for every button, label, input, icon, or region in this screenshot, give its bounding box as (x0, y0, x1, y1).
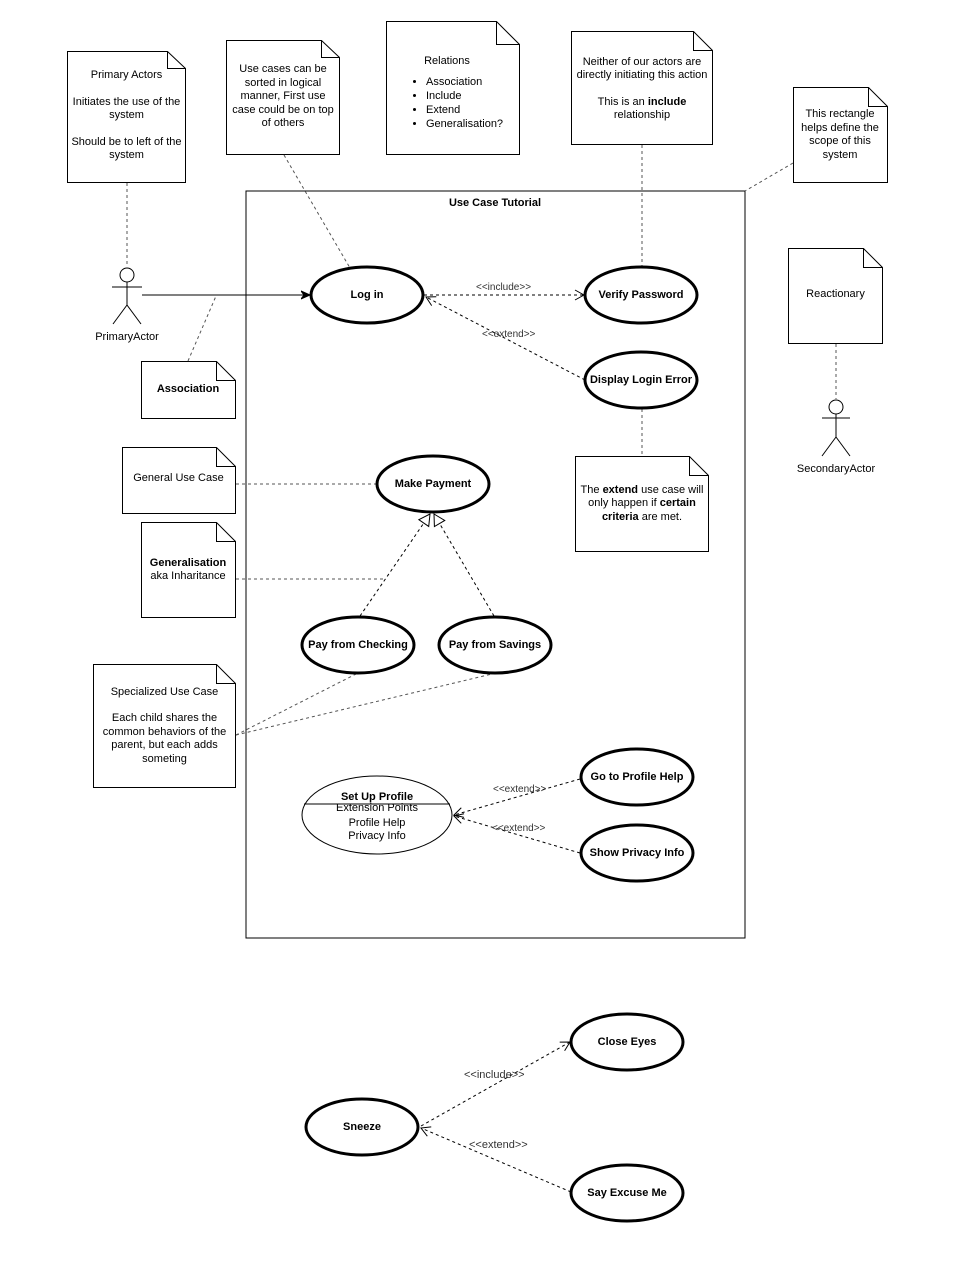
note-include-post: relationship (613, 109, 671, 121)
relations-list: Association Include Extend Generalisatio… (388, 75, 503, 131)
note-generalisation-bold: Generalisation (149, 556, 227, 569)
edge-checking-generalise[interactable] (359, 513, 431, 617)
edge-label-login-extend: <<extend>> (482, 329, 536, 340)
edge-label-sneeze-extend: <<extend>> (469, 1139, 528, 1151)
note-extend-t3: are met. (638, 510, 683, 523)
note-extend-body: The extend use case will only happen if … (577, 484, 707, 525)
usecase-verify-password[interactable]: Verify Password (585, 267, 697, 323)
note-include-line1: Neither of our actors are directly initi… (576, 55, 708, 82)
note-include-bold: include (647, 95, 687, 108)
note-include-line2: This is an include relationship (572, 96, 712, 123)
usecase-login[interactable]: Log in (311, 267, 423, 323)
edge-label-profile-extend-1: <<extend>> (493, 784, 547, 795)
note-extend-b1: extend (602, 483, 639, 496)
usecase-show-privacy-info[interactable]: Show Privacy Info (581, 825, 693, 881)
usecase-pay-from-savings[interactable]: Pay from Savings (439, 617, 551, 673)
note-primary-actors-text: Primary Actors Initiates the use of the … (67, 62, 186, 170)
anchor-scope-note (744, 162, 794, 192)
edge-label-profile-extend-2: <<extend>> (492, 823, 546, 834)
edge-privacy-extend[interactable] (453, 813, 581, 854)
usecase-go-to-profile-help[interactable]: Go to Profile Help (581, 749, 693, 805)
primary-actor-icon[interactable] (112, 267, 142, 325)
relations-item-association: Association (426, 75, 503, 89)
note-extend-t1: The (580, 483, 603, 496)
note-scope-text: This rectangle helps define the scope of… (801, 108, 879, 161)
anchor-specialized-savings (235, 673, 493, 736)
note-include-pre: This is an (597, 95, 648, 108)
usecase-close-eyes[interactable]: Close Eyes (571, 1014, 683, 1070)
relations-item-generalisation: Generalisation? (426, 117, 503, 131)
edge-excuse-extend-sneeze[interactable] (420, 1126, 572, 1193)
note-primary-actors-line2: Should be to left of the system (71, 135, 182, 162)
note-general-use-case-text: General Use Case (133, 472, 224, 485)
secondary-actor-label: SecondaryActor (796, 463, 876, 475)
extension-points-title: Extension Points (336, 802, 418, 814)
edge-label-sneeze-include: <<include>> (464, 1069, 525, 1081)
note-sorting-text: Use cases can be sorted in logical manne… (232, 63, 334, 130)
note-specialized-body: Each child shares the common behaviors o… (102, 712, 227, 765)
edge-savings-generalise[interactable] (433, 513, 495, 617)
edge-sneeze-include-close[interactable] (420, 1041, 571, 1127)
note-association-text: Association (156, 383, 220, 396)
note-primary-actors-line1: Initiates the use of the system (72, 95, 181, 122)
relations-item-extend: Extend (426, 103, 503, 117)
anchor-specialized-checking (235, 673, 357, 736)
note-reactionary-text: Reactionary (806, 288, 865, 301)
extension-point-profile-help: Profile Help (348, 817, 406, 829)
note-relations-text: Relations Association Include Extend Gen… (388, 48, 518, 138)
usecase-display-login-error[interactable]: Display Login Error (585, 352, 697, 408)
note-generalisation-text: Generalisation aka Inharitance (141, 555, 235, 585)
usecase-pay-from-checking[interactable]: Pay from Checking (302, 617, 414, 673)
extension-point-privacy-info: Privacy Info (348, 830, 406, 842)
anchor-association-note (187, 295, 217, 362)
note-primary-actors-title: Primary Actors (90, 69, 163, 82)
relations-item-include: Include (426, 89, 503, 103)
note-generalisation-rest: aka Inharitance (150, 570, 226, 582)
edge-label-login-include: <<include>> (476, 282, 532, 293)
note-specialized-text: Specialized Use Case Each child shares t… (95, 682, 234, 770)
secondary-actor-icon[interactable] (821, 399, 851, 457)
note-relations-title: Relations (424, 55, 470, 68)
primary-actor-label: PrimaryActor (95, 331, 159, 343)
anchor-sorting-note (283, 154, 351, 269)
note-specialized-title: Specialized Use Case (110, 685, 219, 698)
note-include-text: Neither of our actors are directly initi… (572, 54, 712, 124)
system-title: Use Case Tutorial (448, 197, 542, 209)
usecase-sneeze[interactable]: Sneeze (306, 1099, 418, 1155)
note-extend-text: The extend use case will only happen if … (577, 480, 707, 528)
usecase-say-excuse-me[interactable]: Say Excuse Me (571, 1165, 683, 1221)
usecase-make-payment[interactable]: Make Payment (377, 456, 489, 512)
